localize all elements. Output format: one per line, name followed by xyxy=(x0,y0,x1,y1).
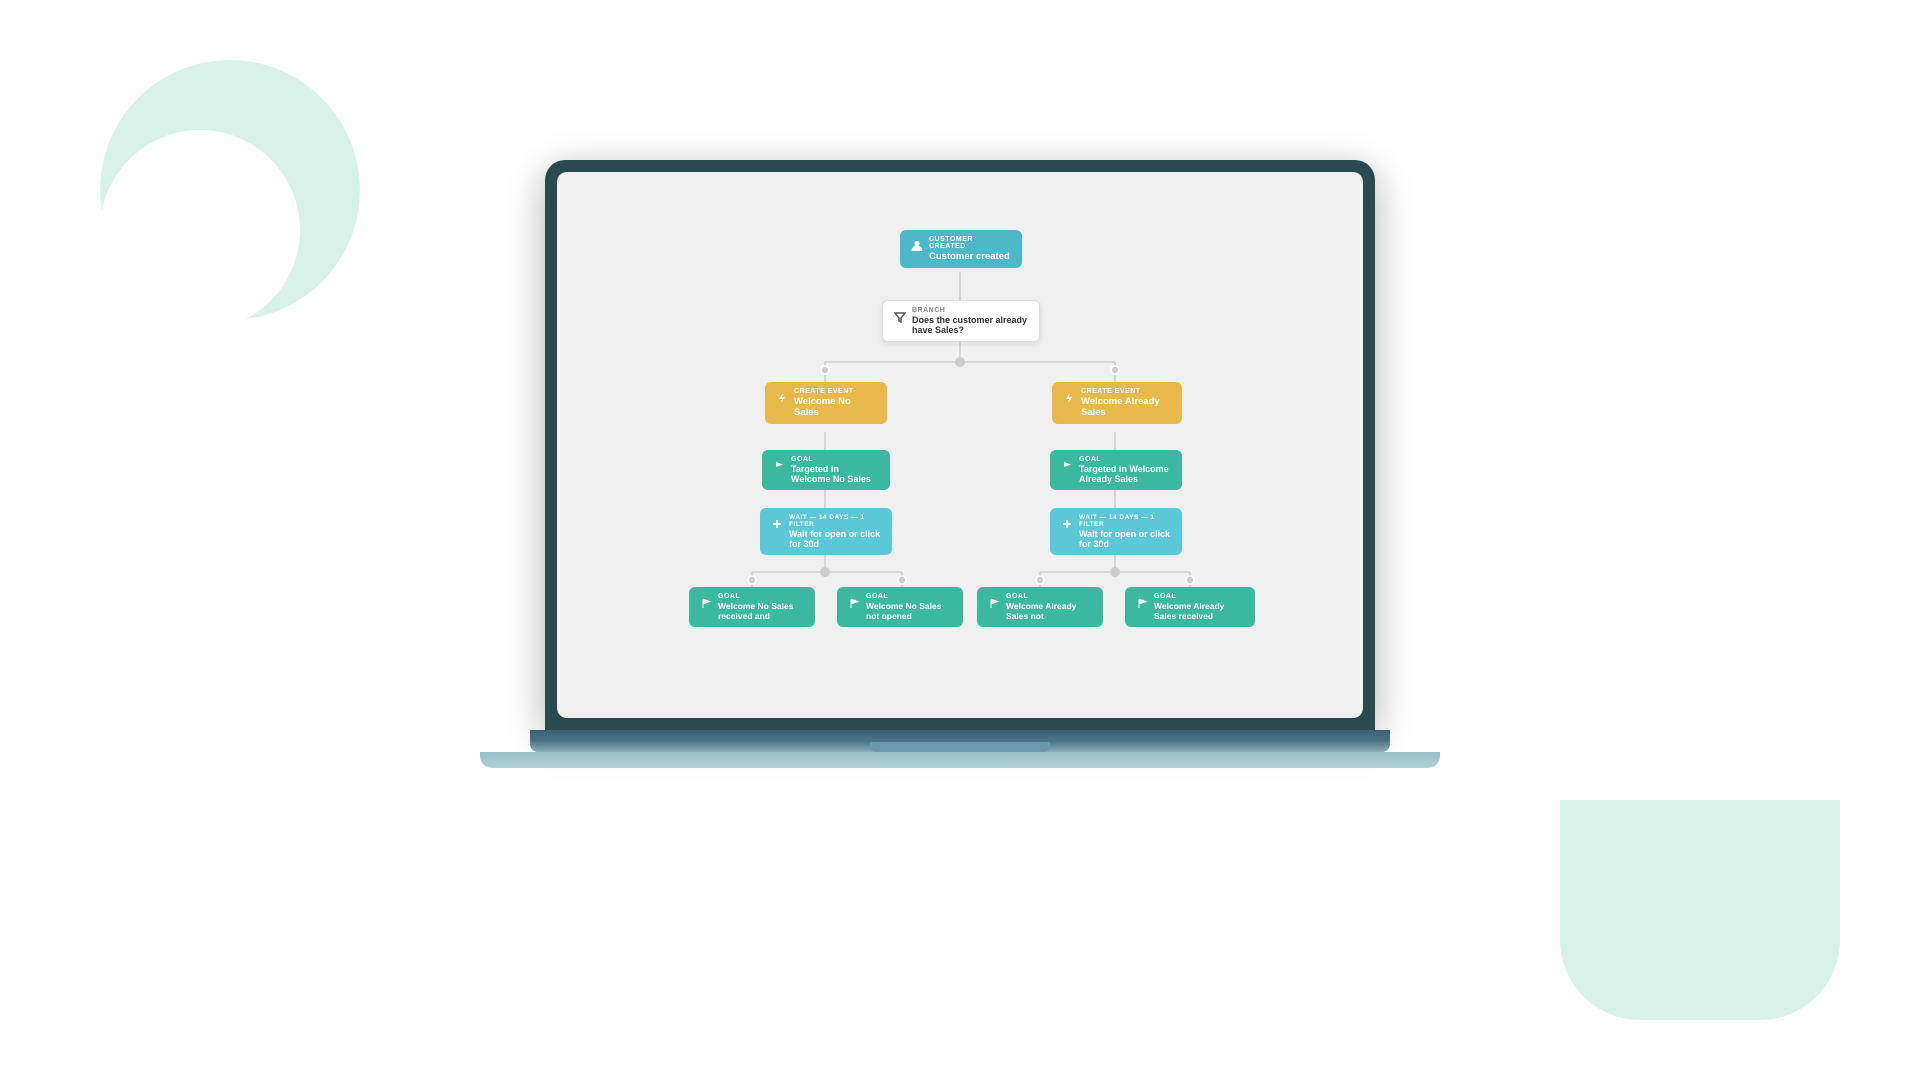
goal-no-sales-received-label: GOAL xyxy=(718,593,805,600)
laptop-screen: CUSTOMER CREATED Customer created BRANCH… xyxy=(557,172,1363,718)
node-goal-already-sales-received[interactable]: GOAL Welcome Already Sales received xyxy=(1125,587,1255,627)
customer-created-title: Customer created xyxy=(929,251,1012,262)
goal-no-sales-title: Targeted in Welcome No Sales xyxy=(791,464,880,484)
create-event-no-sales-title: Welcome No Sales xyxy=(794,396,877,418)
laptop-base xyxy=(530,730,1390,752)
node-goal-no-sales-received[interactable]: GOAL Welcome No Sales received and xyxy=(689,587,815,627)
flag-icon-3 xyxy=(699,596,713,610)
goal-no-sales-not-opened-title: Welcome No Sales not opened xyxy=(866,601,953,621)
flag-icon-4 xyxy=(847,596,861,610)
branch-title: Does the customer already have Sales? xyxy=(912,315,1029,335)
laptop-bottom xyxy=(480,752,1440,768)
create-event-already-sales-label: CREATE EVENT xyxy=(1081,388,1172,395)
goal-no-sales-not-opened-label: GOAL xyxy=(866,593,953,600)
node-wait-no-sales[interactable]: WAIT — 14 DAYS — 1 FILTER Wait for open … xyxy=(760,508,892,555)
create-event-no-sales-label: CREATE EVENT xyxy=(794,388,877,395)
goal-already-sales-not-label: GOAL xyxy=(1006,593,1093,600)
goal-no-sales-label: GOAL xyxy=(791,456,880,463)
laptop-screen-bezel: CUSTOMER CREATED Customer created BRANCH… xyxy=(545,160,1375,730)
wait-already-sales-label: WAIT — 14 DAYS — 1 FILTER xyxy=(1079,514,1172,528)
laptop: CUSTOMER CREATED Customer created BRANCH… xyxy=(535,160,1385,920)
node-goal-already-sales[interactable]: GOAL Targeted in Welcome Already Sales xyxy=(1050,450,1182,490)
goal-already-sales-received-label: GOAL xyxy=(1154,593,1245,600)
flowchart-canvas: CUSTOMER CREATED Customer created BRANCH… xyxy=(557,172,1363,718)
goal-already-sales-not-title: Welcome Already Sales not xyxy=(1006,601,1093,621)
node-goal-no-sales[interactable]: GOAL Targeted in Welcome No Sales xyxy=(762,450,890,490)
person-icon xyxy=(910,239,924,253)
lightning-icon-right xyxy=(1062,391,1076,405)
node-create-event-already-sales[interactable]: CREATE EVENT Welcome Already Sales xyxy=(1052,382,1182,424)
create-event-already-sales-title: Welcome Already Sales xyxy=(1081,396,1172,418)
plus-icon-left xyxy=(770,517,784,531)
node-goal-no-sales-not-opened[interactable]: GOAL Welcome No Sales not opened xyxy=(837,587,963,627)
node-wait-already-sales[interactable]: WAIT — 14 DAYS — 1 FILTER Wait for open … xyxy=(1050,508,1182,555)
goal-already-sales-title: Targeted in Welcome Already Sales xyxy=(1079,464,1172,484)
goal-already-sales-received-title: Welcome Already Sales received xyxy=(1154,601,1245,621)
branch-label: BRANCH xyxy=(912,307,1029,314)
filter-icon xyxy=(893,310,907,324)
node-branch[interactable]: BRANCH Does the customer already have Sa… xyxy=(882,300,1040,342)
wait-no-sales-title: Wait for open or click for 30d xyxy=(789,529,882,549)
node-customer-created[interactable]: CUSTOMER CREATED Customer created xyxy=(900,230,1022,268)
bg-decoration-topleft-cutout xyxy=(100,130,300,330)
goal-no-sales-received-title: Welcome No Sales received and xyxy=(718,601,805,621)
goal-already-sales-label: GOAL xyxy=(1079,456,1172,463)
lightning-icon-left xyxy=(775,391,789,405)
flag-icon-6 xyxy=(1135,596,1149,610)
flag-icon-1 xyxy=(772,459,786,473)
wait-no-sales-label: WAIT — 14 DAYS — 1 FILTER xyxy=(789,514,882,528)
bg-decoration-bottomright xyxy=(1560,800,1840,1020)
flag-icon-5 xyxy=(987,596,1001,610)
customer-created-label: CUSTOMER CREATED xyxy=(929,236,1012,250)
node-goal-already-sales-not[interactable]: GOAL Welcome Already Sales not xyxy=(977,587,1103,627)
plus-icon-right xyxy=(1060,517,1074,531)
node-create-event-no-sales[interactable]: CREATE EVENT Welcome No Sales xyxy=(765,382,887,424)
wait-already-sales-title: Wait for open or click for 30d xyxy=(1079,529,1172,549)
flag-icon-2 xyxy=(1060,459,1074,473)
